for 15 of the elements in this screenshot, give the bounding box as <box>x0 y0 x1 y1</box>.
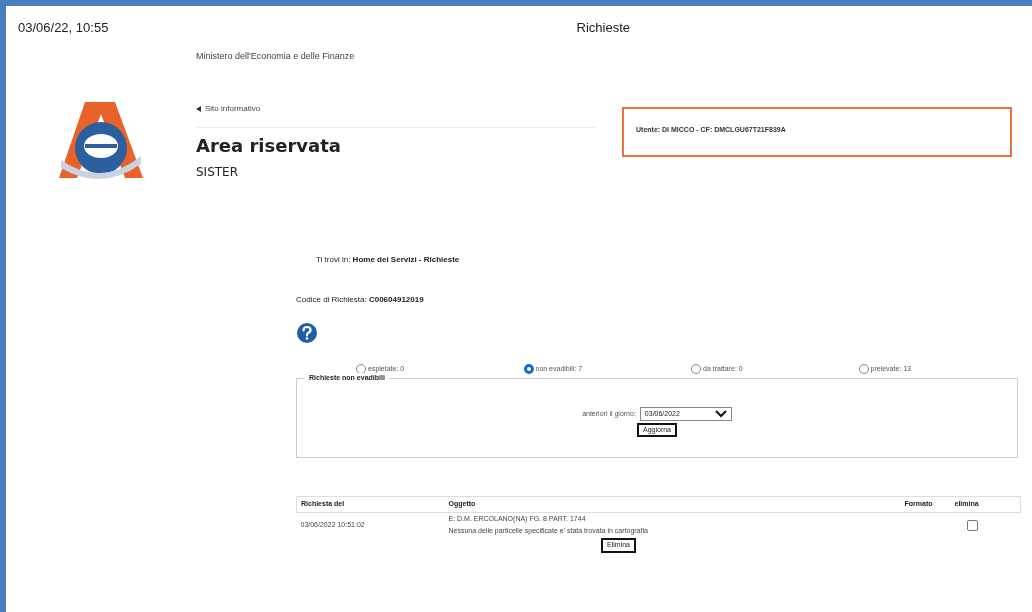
help-icon[interactable] <box>296 321 318 344</box>
breadcrumb: Ti trovi in: Home dei Servizi - Richieste <box>316 253 461 266</box>
chevron-down-icon <box>714 410 727 418</box>
delete-checkbox[interactable] <box>966 519 978 531</box>
page-title: Richieste <box>576 19 630 37</box>
request-code: Codice di Richiesta: C00604912019 <box>296 293 425 306</box>
back-link[interactable]: Sito informativo <box>196 103 596 115</box>
area-title: Area riservata <box>196 134 342 158</box>
print-date: 03/06/22, 10:55 <box>18 19 109 37</box>
ministry-label: Ministero dell'Economia e delle Finanze <box>196 49 356 63</box>
radio-icon <box>691 363 701 374</box>
arrow-icon <box>196 106 201 112</box>
radio-icon <box>523 363 534 374</box>
service-name: SISTER <box>196 164 240 181</box>
radio-icon <box>858 363 869 374</box>
